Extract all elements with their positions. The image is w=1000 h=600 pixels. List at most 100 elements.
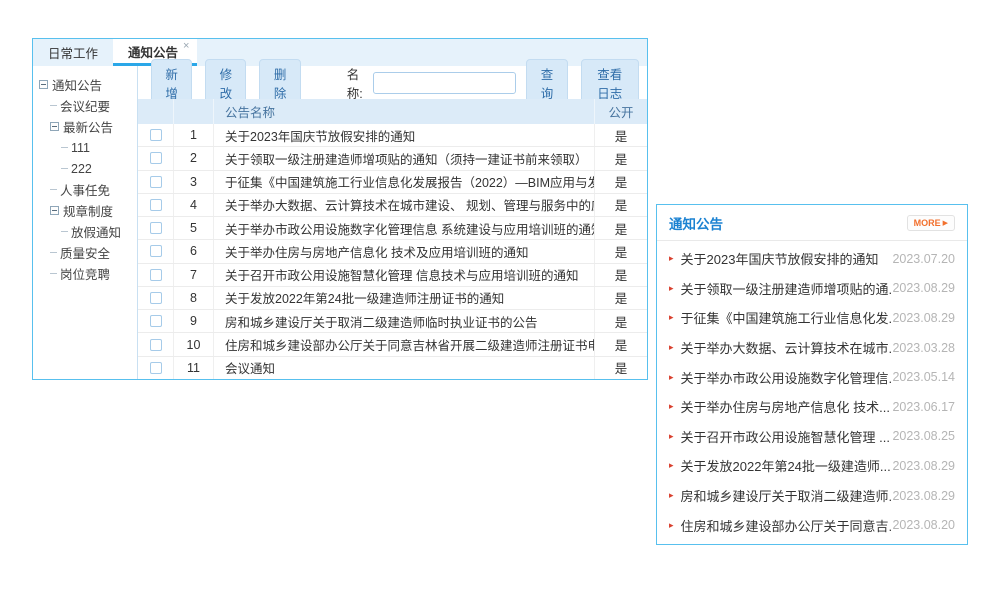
tree-item[interactable]: 规章制度 bbox=[50, 200, 135, 221]
notice-item-date: 2023.07.20 bbox=[892, 252, 955, 266]
table-row[interactable]: 1 关于2023年国庆节放假安排的通知 是 bbox=[138, 124, 647, 147]
tree-item-label: 人事任免 bbox=[60, 180, 110, 199]
table-row[interactable]: 7 关于召开市政公用设施智慧化管理 信息技术与应用培训班的通知 是 bbox=[138, 264, 647, 287]
row-public-flag: 是 bbox=[595, 333, 647, 355]
row-index: 2 bbox=[174, 147, 214, 169]
row-public-flag: 是 bbox=[595, 147, 647, 169]
table-row[interactable]: 4 关于举办大数据、云计算技术在城市建设、 规划、管理与服务中的应用培训班的..… bbox=[138, 194, 647, 217]
tree-item[interactable]: 最新公告 bbox=[50, 116, 135, 137]
notice-item-title: 关于举办住房与房地产信息化 技术... bbox=[681, 397, 893, 416]
tree-branch-line bbox=[61, 147, 68, 148]
table-row[interactable]: 10 住房和城乡建设部办公厅关于同意吉林省开展二级建造师注册证书电子化试点的..… bbox=[138, 333, 647, 356]
row-checkbox[interactable] bbox=[150, 152, 162, 164]
tree-item-label: 质量安全 bbox=[60, 243, 110, 262]
bullet-triangle-icon: ▸ bbox=[669, 520, 674, 531]
row-public-flag: 是 bbox=[595, 310, 647, 332]
tree-item[interactable]: 111 bbox=[61, 137, 135, 158]
row-notice-name: 于征集《中国建筑施工行业信息化发展报告（2022）—BIM应用与发展》材料的函 bbox=[214, 171, 595, 193]
table-row[interactable]: 3 于征集《中国建筑施工行业信息化发展报告（2022）—BIM应用与发展》材料的… bbox=[138, 171, 647, 194]
row-notice-name: 房和城乡建设厅关于取消二级建造师临时执业证书的公告 bbox=[214, 310, 595, 332]
more-button[interactable]: MORE ▶ bbox=[907, 215, 955, 231]
window-main: 通知公告 会议纪要 最新公告 111 222 人事任免 规章制度 放假通知 质量… bbox=[33, 66, 647, 379]
notice-list-item[interactable]: ▸ 关于发放2022年第24批一级建造师... 2023.08.29 bbox=[669, 451, 955, 481]
tree-item[interactable]: 会议纪要 bbox=[50, 95, 135, 116]
row-checkbox[interactable] bbox=[150, 199, 162, 211]
tree-item[interactable]: 放假通知 bbox=[61, 221, 135, 242]
notice-list-item[interactable]: ▸ 关于举办大数据、云计算技术在城市... 2023.03.28 bbox=[669, 333, 955, 363]
tree-item[interactable]: 通知公告 bbox=[39, 74, 135, 95]
row-checkbox[interactable] bbox=[150, 292, 162, 304]
notice-item-title: 房和城乡建设厅关于取消二级建造师... bbox=[681, 486, 893, 505]
row-checkbox[interactable] bbox=[150, 362, 162, 374]
tree-item[interactable]: 人事任免 bbox=[50, 179, 135, 200]
row-index: 8 bbox=[174, 287, 214, 309]
row-index: 3 bbox=[174, 171, 214, 193]
name-filter-label: 名称: bbox=[347, 64, 367, 102]
bullet-triangle-icon: ▸ bbox=[669, 253, 674, 264]
header-name-column: 公告名称 bbox=[214, 99, 595, 124]
row-notice-name: 会议通知 bbox=[214, 357, 595, 379]
tree-item[interactable]: 222 bbox=[61, 158, 135, 179]
notice-item-date: 2023.08.29 bbox=[892, 489, 955, 503]
row-index: 6 bbox=[174, 240, 214, 262]
notice-list-item[interactable]: ▸ 关于举办市政公用设施数字化管理信... 2023.05.14 bbox=[669, 362, 955, 392]
row-index: 4 bbox=[174, 194, 214, 216]
content-area: 新增 修改 删除 名称: 查询 查看日志 公告名称 公开 1 关于2023年国庆… bbox=[138, 66, 647, 379]
notice-item-title: 于征集《中国建筑施工行业信息化发... bbox=[681, 308, 893, 327]
more-label: MORE bbox=[914, 218, 941, 228]
tree-item-label: 规章制度 bbox=[63, 201, 113, 220]
header-public-column: 公开 bbox=[595, 99, 647, 124]
collapse-icon[interactable] bbox=[39, 80, 48, 89]
tree-item[interactable]: 岗位竞聘 bbox=[50, 263, 135, 284]
table-row[interactable]: 9 房和城乡建设厅关于取消二级建造师临时执业证书的公告 是 bbox=[138, 310, 647, 333]
notice-list-item[interactable]: ▸ 房和城乡建设厅关于取消二级建造师... 2023.08.29 bbox=[669, 481, 955, 511]
tab-daily-work[interactable]: 日常工作 bbox=[33, 39, 113, 66]
row-public-flag: 是 bbox=[595, 287, 647, 309]
table-body: 1 关于2023年国庆节放假安排的通知 是 2 关于领取一级注册建造师增项贴的通… bbox=[138, 124, 647, 379]
tree-branch-line bbox=[50, 273, 57, 274]
row-checkbox[interactable] bbox=[150, 339, 162, 351]
notice-list-item[interactable]: ▸ 关于2023年国庆节放假安排的通知 2023.07.20 bbox=[669, 244, 955, 274]
tree-item-label: 111 bbox=[71, 141, 90, 155]
row-checkbox[interactable] bbox=[150, 222, 162, 234]
name-filter-input[interactable] bbox=[373, 72, 516, 94]
row-checkbox-cell bbox=[138, 333, 174, 355]
notice-item-title: 关于发放2022年第24批一级建造师... bbox=[681, 456, 893, 475]
table-row[interactable]: 8 关于发放2022年第24批一级建造师注册证书的通知 是 bbox=[138, 287, 647, 310]
notice-list-item[interactable]: ▸ 住房和城乡建设部办公厅关于同意吉... 2023.08.20 bbox=[669, 510, 955, 540]
notice-item-title: 关于举办市政公用设施数字化管理信... bbox=[681, 368, 893, 387]
row-notice-name: 住房和城乡建设部办公厅关于同意吉林省开展二级建造师注册证书电子化试点的... bbox=[214, 333, 595, 355]
row-notice-name: 关于举办市政公用设施数字化管理信息 系统建设与应用培训班的通知 bbox=[214, 217, 595, 239]
toolbar: 新增 修改 删除 名称: 查询 查看日志 bbox=[138, 66, 647, 99]
tree-item[interactable]: 质量安全 bbox=[50, 242, 135, 263]
row-public-flag: 是 bbox=[595, 264, 647, 286]
table-row[interactable]: 2 关于领取一级注册建造师增项贴的通知（须持一建证书前来领取） 是 bbox=[138, 147, 647, 170]
row-checkbox-cell bbox=[138, 217, 174, 239]
row-checkbox[interactable] bbox=[150, 176, 162, 188]
row-checkbox[interactable] bbox=[150, 245, 162, 257]
arrow-right-icon: ▶ bbox=[943, 219, 948, 227]
bullet-triangle-icon: ▸ bbox=[669, 490, 674, 501]
notice-item-date: 2023.08.25 bbox=[892, 429, 955, 443]
notice-list-item[interactable]: ▸ 关于召开市政公用设施智慧化管理 ... 2023.08.25 bbox=[669, 422, 955, 452]
notice-list-item[interactable]: ▸ 关于领取一级注册建造师增项贴的通... 2023.08.29 bbox=[669, 274, 955, 304]
notice-list-item[interactable]: ▸ 关于举办住房与房地产信息化 技术... 2023.06.17 bbox=[669, 392, 955, 422]
notice-panel-title: 通知公告 bbox=[669, 213, 723, 233]
notice-item-date: 2023.06.17 bbox=[892, 400, 955, 414]
row-notice-name: 关于发放2022年第24批一级建造师注册证书的通知 bbox=[214, 287, 595, 309]
notice-panel: 通知公告 MORE ▶ ▸ 关于2023年国庆节放假安排的通知 2023.07.… bbox=[656, 204, 968, 545]
table-row[interactable]: 5 关于举办市政公用设施数字化管理信息 系统建设与应用培训班的通知 是 bbox=[138, 217, 647, 240]
notice-panel-header: 通知公告 MORE ▶ bbox=[657, 205, 967, 241]
bullet-triangle-icon: ▸ bbox=[669, 283, 674, 294]
close-icon[interactable]: × bbox=[183, 40, 189, 52]
table-row[interactable]: 11 会议通知 是 bbox=[138, 357, 647, 379]
row-checkbox[interactable] bbox=[150, 315, 162, 327]
row-public-flag: 是 bbox=[595, 124, 647, 146]
row-checkbox[interactable] bbox=[150, 129, 162, 141]
collapse-icon[interactable] bbox=[50, 206, 59, 215]
collapse-icon[interactable] bbox=[50, 122, 59, 131]
row-checkbox-cell bbox=[138, 310, 174, 332]
row-checkbox[interactable] bbox=[150, 269, 162, 281]
table-row[interactable]: 6 关于举办住房与房地产信息化 技术及应用培训班的通知 是 bbox=[138, 240, 647, 263]
notice-list-item[interactable]: ▸ 于征集《中国建筑施工行业信息化发... 2023.08.29 bbox=[669, 303, 955, 333]
